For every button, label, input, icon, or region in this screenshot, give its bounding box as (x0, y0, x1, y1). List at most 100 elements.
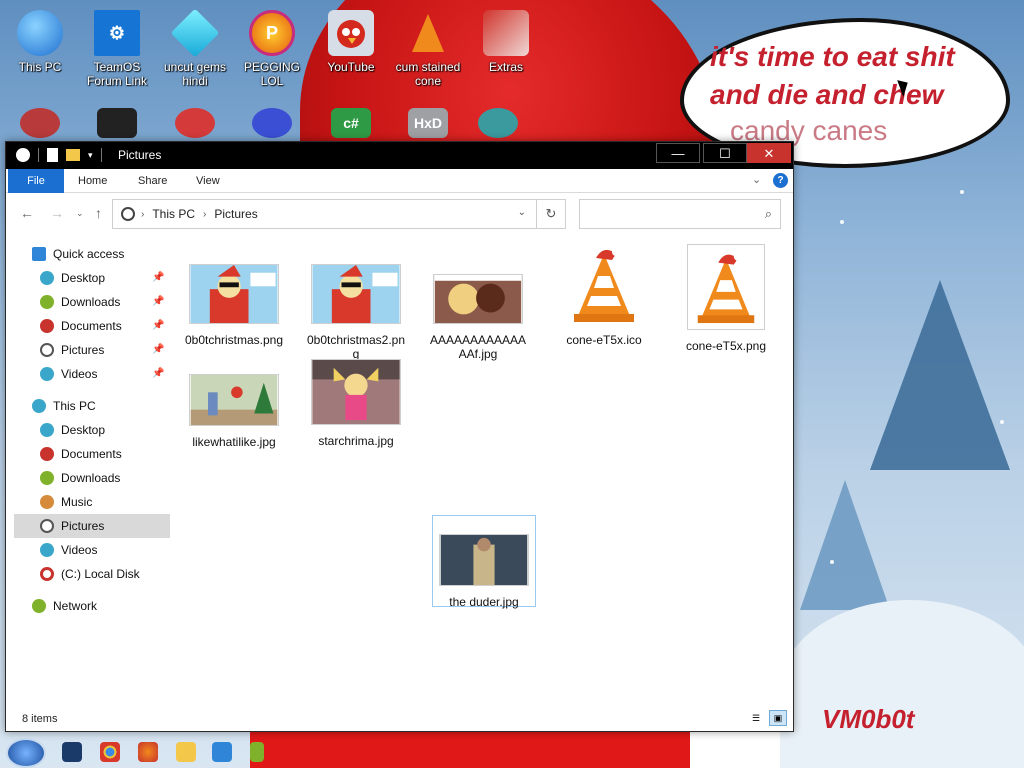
task-view-icon[interactable] (62, 742, 82, 762)
sidebar-item-pc-desktop[interactable]: Desktop (40, 418, 160, 442)
sidebar-item-pictures[interactable]: Pictures (40, 338, 150, 362)
breadcrumb-pictures[interactable]: Pictures (214, 207, 257, 221)
file-name: 0b0tchristmas.png (184, 333, 284, 347)
tab-share[interactable]: Share (126, 169, 179, 193)
sidebar-item-pc-documents[interactable]: Documents (40, 442, 160, 466)
file-name: AAAAAAAAAAAAAAf.jpg (429, 333, 527, 361)
bubble-line: it's time to eat shit (710, 41, 955, 72)
pictures-icon (40, 519, 54, 533)
desktop-icon-tablet[interactable] (77, 108, 157, 142)
maximize-button[interactable]: ☐ (703, 143, 747, 163)
sidebar-item-pc-downloads[interactable]: Downloads (40, 466, 160, 490)
desktop-icon-map-pin[interactable] (155, 108, 235, 142)
videos-icon (40, 367, 54, 381)
tab-home[interactable]: Home (66, 169, 119, 193)
forward-arrow-icon[interactable]: → (50, 205, 64, 221)
file-item[interactable]: cone-eT5x.png (674, 244, 778, 353)
recent-locations-icon[interactable]: ⌄ (76, 208, 84, 219)
tab-file[interactable]: File (8, 169, 64, 193)
desktop-icon-this-pc[interactable]: This PC (0, 10, 80, 74)
sidebar-item-label: Network (53, 599, 98, 613)
file-item[interactable]: cone-eT5x.ico (552, 244, 656, 347)
file-item[interactable]: 0b0tchristmas2.png (304, 264, 408, 361)
refresh-button[interactable]: ↻ (536, 199, 566, 229)
file-name: cone-eT5x.ico (566, 333, 642, 347)
tab-view[interactable]: View (184, 169, 232, 193)
address-dropdown-icon[interactable]: ⌄ (518, 207, 526, 218)
music-icon (40, 495, 54, 509)
hat-fur-trim (690, 728, 790, 768)
status-bar: 8 items ☰ ▣ (6, 707, 793, 731)
file-item[interactable]: the duder.jpg (432, 515, 536, 609)
desktop-icon-uncut-gems[interactable]: uncut gems hindi (155, 8, 235, 88)
sidebar-item-local-disk[interactable]: (C:) Local Disk (40, 562, 160, 586)
minimize-button[interactable]: — (656, 143, 700, 163)
sidebar-item-quick-access[interactable]: Quick access (32, 242, 162, 266)
desktop-icon-label: Extras (488, 60, 523, 74)
pictures-icon (40, 343, 54, 357)
desktop-icon-ball[interactable] (232, 108, 312, 142)
app-icon[interactable] (250, 742, 264, 762)
chrome-icon[interactable] (100, 742, 120, 762)
image-thumbnail (439, 534, 529, 586)
new-folder-icon[interactable] (66, 149, 80, 161)
ornament-icon (20, 108, 60, 138)
start-button[interactable] (6, 738, 46, 768)
file-item[interactable]: 0b0tchristmas.png (182, 264, 286, 347)
sidebar-item-this-pc[interactable]: This PC (32, 394, 162, 418)
breadcrumb-separator[interactable]: › (141, 209, 144, 220)
store-icon[interactable] (212, 742, 232, 762)
desktop-icon-ornament[interactable] (0, 108, 80, 142)
title-bar[interactable]: ▾ Pictures — ☐ ✕ (6, 142, 793, 169)
traffic-cone-icon (405, 10, 451, 56)
sidebar-item-downloads[interactable]: Downloads (40, 290, 150, 314)
sidebar-item-desktop[interactable]: Desktop (40, 266, 150, 290)
vlc-cone-icon (574, 248, 634, 322)
close-button[interactable]: ✕ (747, 143, 791, 163)
sidebar-item-documents[interactable]: Documents (40, 314, 150, 338)
file-name: cone-eT5x.png (685, 339, 767, 353)
sidebar-item-videos[interactable]: Videos (40, 362, 150, 386)
pin-icon: 📌 (152, 368, 165, 379)
desktop-icon-extras[interactable]: Extras (466, 10, 546, 74)
file-name: the duder.jpg (449, 595, 519, 609)
desktop-icon-csharp[interactable]: c# (311, 108, 391, 142)
sidebar-item-network[interactable]: Network (32, 594, 162, 618)
taskbar (0, 734, 280, 768)
details-view-icon[interactable]: ☰ (747, 710, 765, 726)
back-arrow-icon[interactable]: ← (20, 205, 34, 221)
desktop-icon-cone[interactable]: cum stained cone (388, 10, 468, 88)
expand-ribbon-icon[interactable]: ⌄ (752, 173, 761, 186)
file-explorer-window: ▾ Pictures — ☐ ✕ File Home Share View ⌄ … (5, 141, 794, 732)
network-icon (32, 599, 46, 613)
desktop-icon-teamos[interactable]: ⚙ TeamOS Forum Link (77, 10, 157, 88)
desktop-icon-label: YouTube (327, 60, 375, 74)
item-count: 8 items (22, 713, 58, 725)
search-box[interactable]: ⌕ (579, 199, 781, 229)
search-input[interactable] (580, 200, 750, 226)
properties-icon[interactable] (47, 148, 58, 162)
file-explorer-icon[interactable] (176, 742, 196, 762)
sidebar-item-pc-pictures[interactable]: Pictures (14, 514, 170, 538)
desktop-icon-snake[interactable] (458, 108, 538, 142)
file-item[interactable]: likewhatilike.jpg (182, 374, 286, 449)
file-item[interactable]: AAAAAAAAAAAAAAf.jpg (426, 274, 530, 361)
large-icons-view-icon[interactable]: ▣ (769, 710, 787, 726)
desktop-icon-hex[interactable]: HxD (388, 108, 468, 142)
breadcrumb-separator[interactable]: › (203, 209, 206, 220)
ribbon: File Home Share View ⌄ ? (6, 169, 793, 193)
up-arrow-icon[interactable]: ↑ (95, 205, 102, 221)
disk-icon (40, 567, 54, 581)
desktop-icon (40, 423, 54, 437)
file-item[interactable]: starchrima.jpg (304, 359, 408, 448)
firefox-icon[interactable] (138, 742, 158, 762)
desktop-icon-pegging[interactable]: P PEGGING LOL (232, 10, 312, 88)
breadcrumb-this-pc[interactable]: This PC (152, 207, 195, 221)
sidebar-item-pc-music[interactable]: Music (40, 490, 160, 514)
pin-icon: 📌 (152, 296, 165, 307)
desktop-icon-youtube[interactable]: YouTube (311, 10, 391, 74)
address-bar[interactable]: › This PC › Pictures ⌄ (112, 199, 537, 229)
sidebar-item-pc-videos[interactable]: Videos (40, 538, 160, 562)
help-icon[interactable]: ? (773, 173, 788, 188)
chevron-down-icon[interactable]: ▾ (88, 150, 93, 161)
